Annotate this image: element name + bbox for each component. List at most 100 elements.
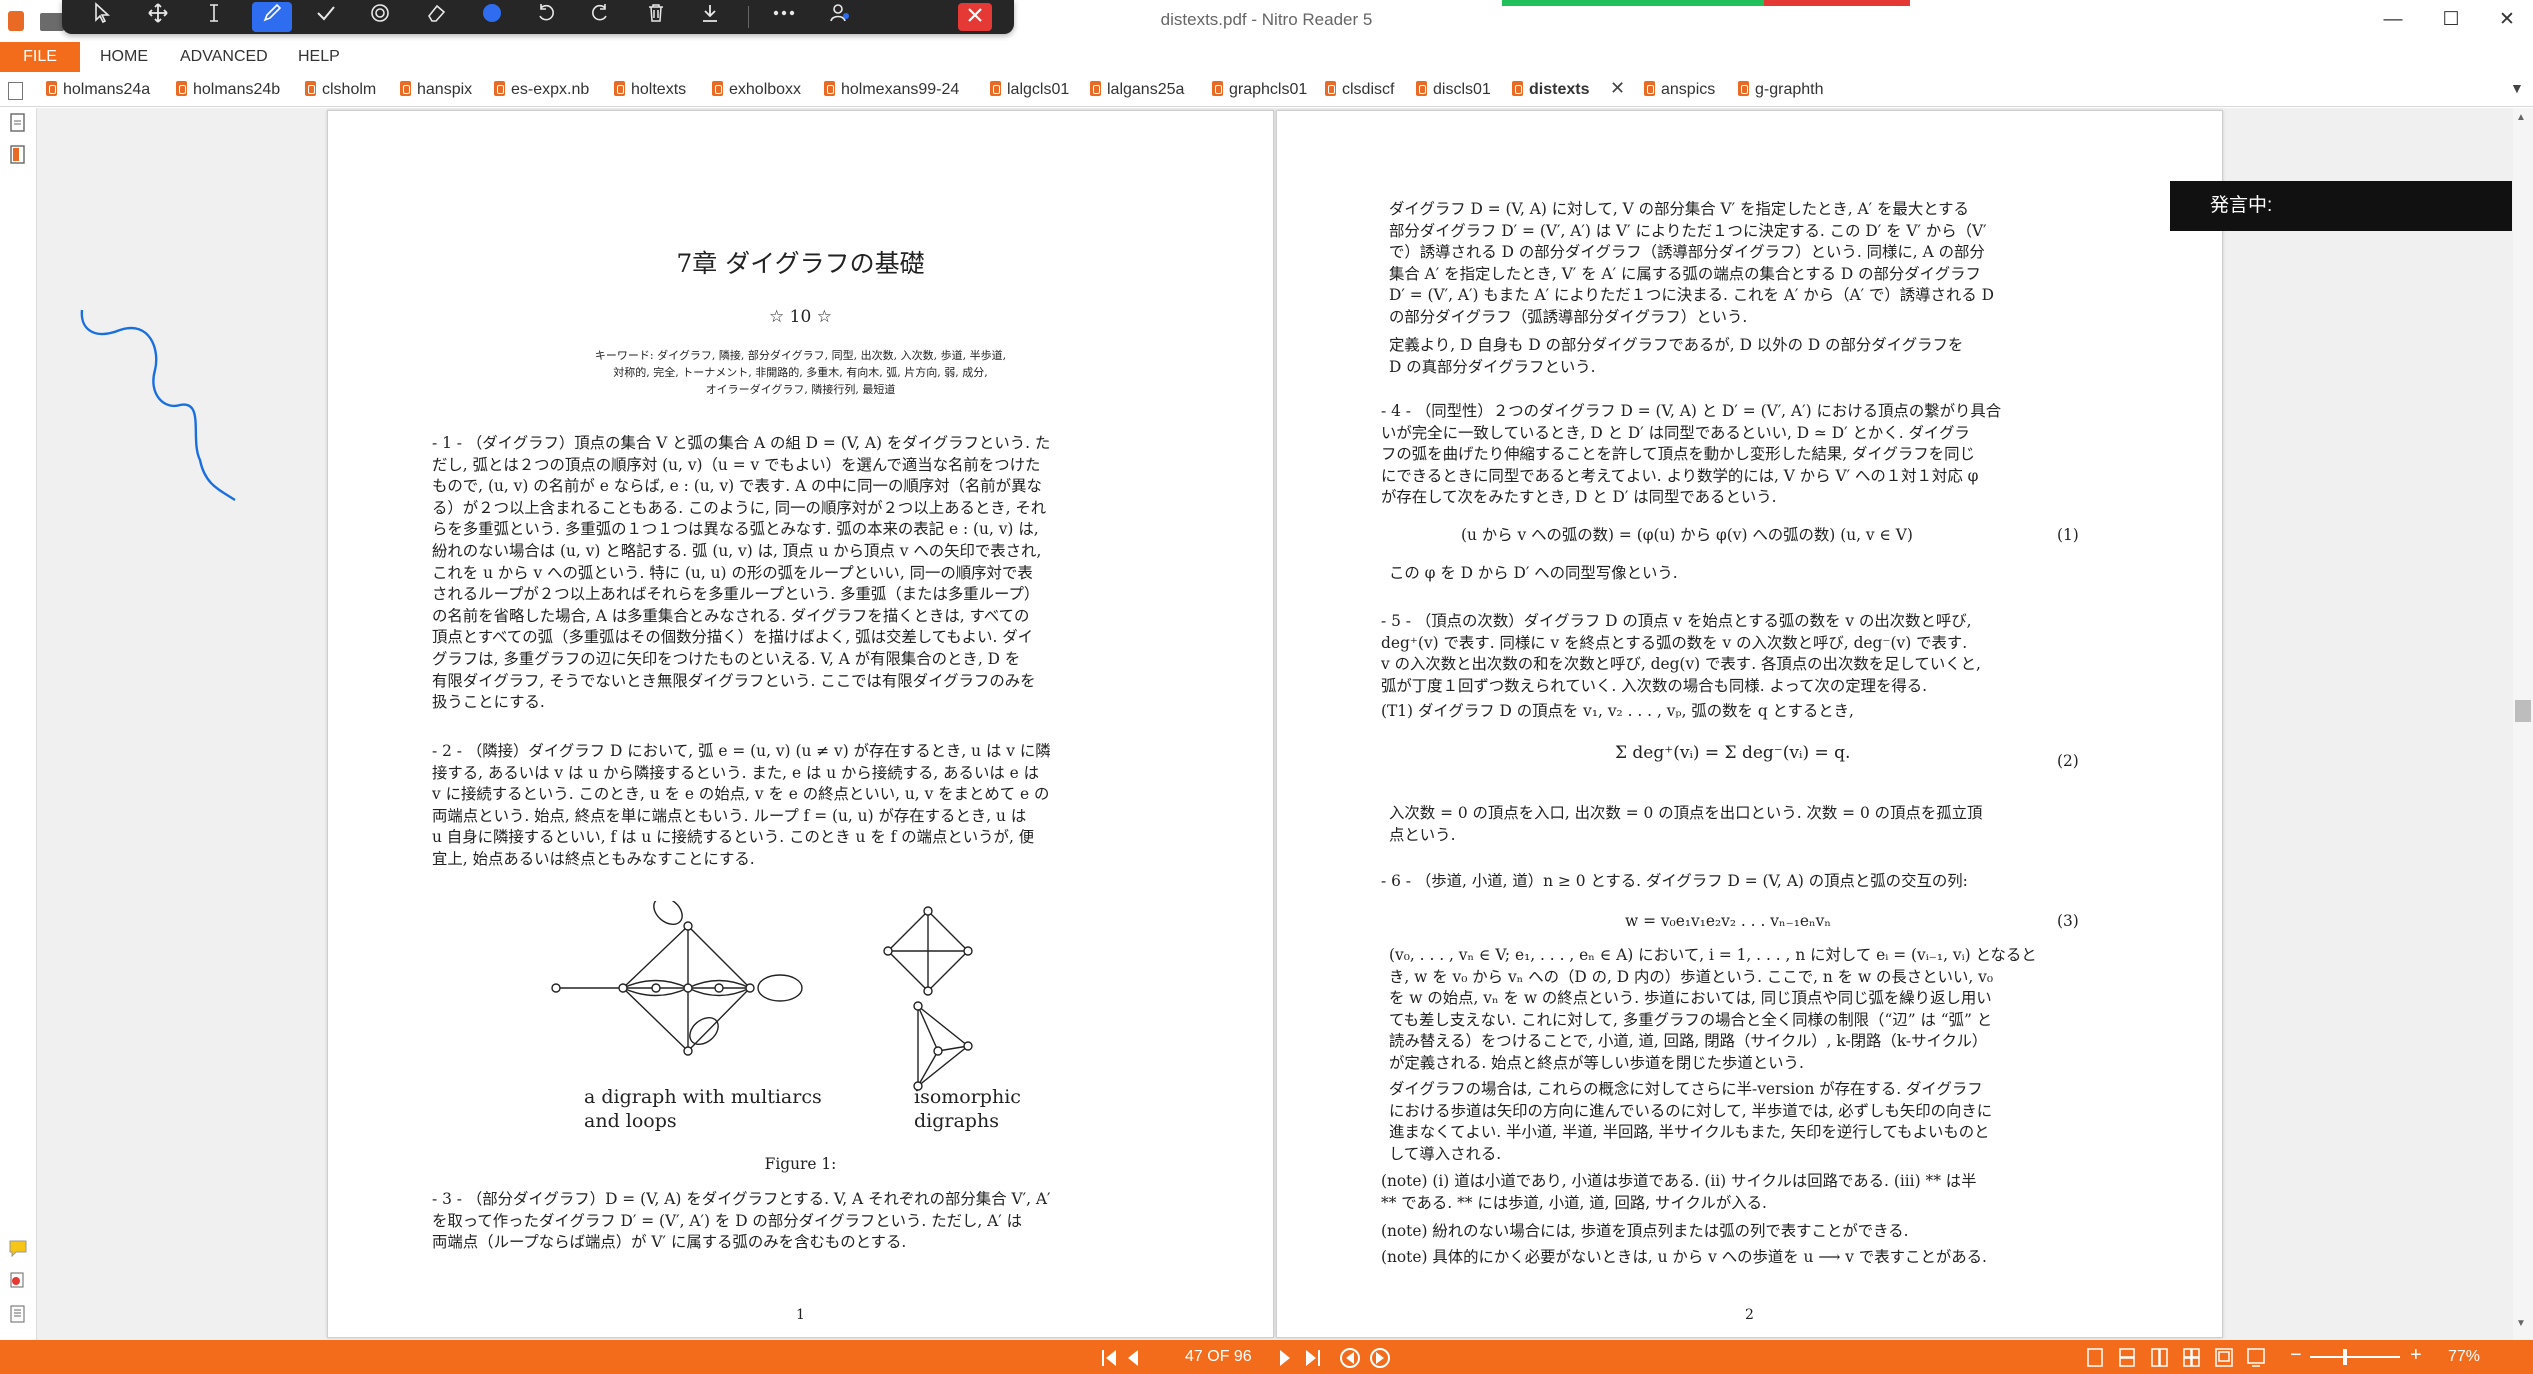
- close-tab-icon[interactable]: ✕: [1610, 78, 1625, 99]
- tab-clsdiscf[interactable]: clsdiscf: [1325, 78, 1394, 102]
- scroll-thumb[interactable]: [2515, 700, 2531, 722]
- text-line: (note) (i) 道は小道であり, 小道は歩道である. (ii) サイクルは…: [1381, 1172, 1977, 1190]
- check-icon[interactable]: [308, 2, 344, 32]
- tab-g-graphth[interactable]: g-graphth: [1738, 78, 1824, 102]
- page-number-1: 1: [796, 1307, 805, 1323]
- close-icon[interactable]: [958, 3, 992, 31]
- help-menu[interactable]: HELP: [298, 48, 340, 66]
- figure-label: Figure 1:: [764, 1155, 837, 1173]
- text-line: の部分ダイグラフ（弧誘導部分ダイグラフ）という.: [1389, 307, 1748, 326]
- zoom-level[interactable]: 77%: [2448, 1348, 2480, 1366]
- select-icon[interactable]: [84, 2, 120, 32]
- fit-page-button[interactable]: [2214, 1346, 2234, 1370]
- previous-view-button[interactable]: [1340, 1347, 1362, 1369]
- comments-icon[interactable]: [7, 1238, 29, 1260]
- annotation-toolbar: [62, 0, 1014, 34]
- text-cursor-icon[interactable]: [196, 2, 232, 32]
- tab-holmexans99-24[interactable]: holmexans99-24: [824, 78, 959, 102]
- last-page-button[interactable]: [1304, 1347, 1324, 1369]
- page-thumbnails-icon[interactable]: [7, 112, 29, 134]
- section-6: - 6 - （歩道, 小道, 道）n ≥ 0 とする. ダイグラフ D = (V…: [1381, 872, 1968, 890]
- maximize-button[interactable]: ☐: [2432, 6, 2470, 34]
- section-1: - 1 - （ダイグラフ）頂点の集合 V と弧の集合 A の組 D = (V, …: [432, 433, 1050, 714]
- text-line: の名前を省略した場合, A は多重集合とみなされる. ダイグラフを描くときは, …: [432, 606, 1030, 625]
- note-3: (note) 具体的にかく必要がないときは, u から v への歩道を u ⟶ …: [1381, 1248, 1987, 1266]
- attachments-icon[interactable]: [7, 1270, 29, 1292]
- meeting-bar-green: [1502, 0, 1764, 6]
- tab-overflow-icon[interactable]: ▼: [2510, 80, 2524, 96]
- tab-label: holtexts: [631, 81, 687, 98]
- user-icon[interactable]: [822, 2, 858, 32]
- tab-label: clsdiscf: [1342, 81, 1395, 98]
- text-line: グラフは, 多重グラフの辺に矢印をつけたものといえる. V, A が有限集合のと…: [432, 649, 1021, 668]
- zoom-slider-thumb[interactable]: [2343, 1349, 2347, 1365]
- download-icon[interactable]: [692, 2, 728, 32]
- full-screen-button[interactable]: [2246, 1346, 2266, 1370]
- bookmarks-icon[interactable]: [7, 144, 29, 166]
- tab-holmans24b[interactable]: holmans24b: [176, 78, 280, 102]
- undo-icon[interactable]: [528, 2, 564, 32]
- text-line: (v₀, . . . , vₙ ∈ V; e₁, . . . , eₙ ∈ A)…: [1389, 946, 2037, 964]
- next-page-button[interactable]: [1278, 1347, 1298, 1369]
- walk-definition-text: (v₀, . . . , vₙ ∈ V; e₁, . . . , eₙ ∈ A)…: [1389, 945, 2037, 1075]
- previous-page-button[interactable]: [1125, 1347, 1145, 1369]
- continuous-view-button[interactable]: [2118, 1346, 2138, 1370]
- minimize-button[interactable]: —: [2374, 6, 2412, 34]
- text-line: 集合 A′ を指定したとき, V′ を A′ に属する弧の端点の集合とする D …: [1389, 264, 1981, 283]
- zoom-slider[interactable]: [2310, 1356, 2400, 1358]
- tab-distexts[interactable]: distexts: [1512, 78, 1589, 102]
- tab-clsholm[interactable]: clsholm: [305, 78, 376, 102]
- rating: ☆ 10 ☆: [769, 307, 832, 327]
- scroll-down-icon[interactable]: ▼: [2516, 1318, 2526, 1329]
- zoom-out-button[interactable]: −: [2290, 1344, 2302, 1367]
- stamp-icon[interactable]: [362, 2, 398, 32]
- tab-holmans24a[interactable]: holmans24a: [46, 78, 150, 102]
- tab-lalgans25a[interactable]: lalgans25a: [1090, 78, 1184, 102]
- tab-discls01[interactable]: discls01: [1416, 78, 1491, 102]
- tab-hanspix[interactable]: hanspix: [400, 78, 472, 102]
- advanced-menu[interactable]: ADVANCED: [180, 48, 268, 66]
- pen-icon[interactable]: [252, 2, 292, 32]
- home-menu[interactable]: HOME: [100, 48, 148, 66]
- next-view-button[interactable]: [1370, 1347, 1392, 1369]
- text-line: D の真部分ダイグラフという.: [1389, 357, 1596, 376]
- first-page-button[interactable]: [1100, 1347, 1120, 1369]
- vertical-scrollbar[interactable]: ▲ ▼: [2513, 108, 2533, 1340]
- tab-exholboxx[interactable]: exholboxx: [712, 78, 801, 102]
- tab-anspics[interactable]: anspics: [1644, 78, 1715, 102]
- color-dot-icon[interactable]: [474, 2, 510, 32]
- tab-lalgcls01[interactable]: lalgcls01: [990, 78, 1069, 102]
- page-indicator[interactable]: 47 OF 96: [1185, 1348, 1252, 1366]
- note-1: (note) (i) 道は小道であり, 小道は歩道である. (ii) サイクルは…: [1381, 1171, 1977, 1214]
- tab-graphcls01[interactable]: graphcls01: [1212, 78, 1307, 102]
- text-line: ても差し支えない. これに対して, 多重グラフの場合と全く同様の制限（“辺” は…: [1389, 1010, 1993, 1029]
- scroll-up-icon[interactable]: ▲: [2516, 112, 2526, 123]
- file-menu[interactable]: FILE: [0, 42, 80, 72]
- pan-icon[interactable]: [140, 2, 176, 32]
- text-line: で）誘導される D の部分ダイグラフ（誘導部分ダイグラフ）という. 同様に, A…: [1389, 243, 1985, 262]
- text-line: v の入次数と出次数の和を次数と呼び, deg(v) で表す. 各頂点の出次数を…: [1381, 655, 1981, 674]
- tab-holtexts[interactable]: holtexts: [614, 78, 686, 102]
- text-line: 読み替える）をつけることで, 小道, 道, 回路, 閉路（サイクル）, k-閉路…: [1389, 1032, 1988, 1051]
- text-line: - 2 - （隣接）ダイグラフ D において, 弧 e = (u, v) (u …: [432, 742, 1051, 760]
- page-view-icon[interactable]: [8, 82, 23, 100]
- tab-es-expx-nb[interactable]: es-expx.nb: [494, 78, 589, 102]
- layers-icon[interactable]: [7, 1304, 29, 1326]
- text-line: 扱うことにする.: [432, 693, 545, 712]
- text-line: を取って作ったダイグラフ D′ = (V′, A′) を D の部分ダイグラフと…: [432, 1211, 1023, 1230]
- ink-annotation[interactable]: [70, 300, 250, 510]
- close-window-button[interactable]: ✕: [2488, 6, 2526, 34]
- equation-2-number: (2): [2057, 752, 2079, 770]
- zoom-in-button[interactable]: +: [2410, 1344, 2422, 1367]
- single-page-view-button[interactable]: [2086, 1346, 2106, 1370]
- pdf-file-icon: [990, 81, 1001, 96]
- eraser-icon[interactable]: [418, 2, 454, 32]
- two-page-continuous-button[interactable]: [2182, 1346, 2202, 1370]
- text-line: だし, 弧とは２つの頂点の順序対 (u, v)（u = v でもよい）を選んで適…: [432, 455, 1041, 474]
- text-line: 両端点（ループならば端点）が V′ に属する弧のみを含むものとする.: [432, 1233, 907, 1252]
- text-line: 有限ダイグラフ, そうでないとき無限ダイグラフという. ここでは有限ダイグラフの…: [432, 671, 1036, 690]
- more-icon[interactable]: [766, 2, 802, 32]
- two-page-view-button[interactable]: [2150, 1346, 2170, 1370]
- redo-icon[interactable]: [582, 2, 618, 32]
- trash-icon[interactable]: [638, 2, 674, 32]
